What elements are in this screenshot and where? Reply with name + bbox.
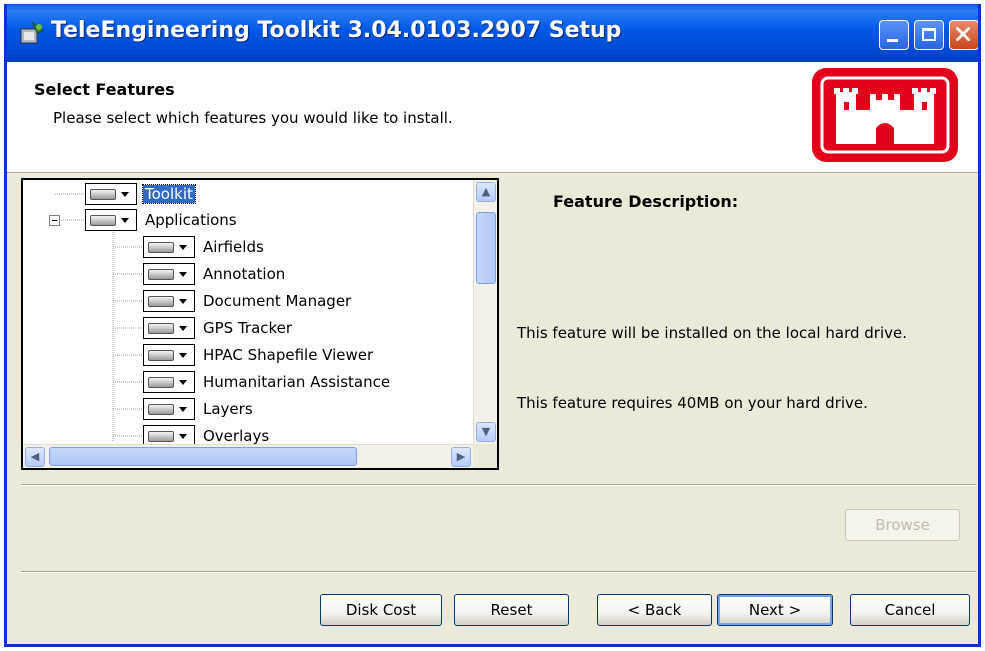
maximize-button[interactable] [914,20,944,50]
hard-drive-icon [148,377,174,388]
applications-expander[interactable] [49,215,60,226]
maximize-icon [922,28,936,41]
tree-item-label: Annotation [203,265,286,283]
scroll-left-button[interactable]: ◀ [25,447,45,467]
scroll-up-button[interactable]: ▲ [476,182,496,202]
chevron-down-icon [121,192,129,197]
chevron-down-icon [179,245,187,250]
next-button[interactable]: Next > [717,594,833,626]
minimize-icon [887,39,898,42]
horizontal-scrollbar[interactable]: ◀ ▶ [23,444,475,468]
feature-description-title: Feature Description: [553,192,739,211]
title-bar[interactable]: TeleEngineering Toolkit 3.04.0103.2907 S… [7,4,978,62]
setup-package-icon [20,21,45,44]
feature-tree[interactable]: Toolkit Applications Airfields Annotatio… [21,178,499,470]
install-state-dropdown[interactable] [143,398,195,420]
hard-drive-icon [148,350,174,361]
chevron-down-icon [179,353,187,358]
hard-drive-icon [148,296,174,307]
tree-item-airfields[interactable]: Airfields [143,234,266,260]
disk-cost-button[interactable]: Disk Cost [320,594,442,626]
scrollbar-corner [473,444,497,468]
vertical-scrollbar[interactable]: ▲ ▼ [473,180,497,444]
hard-drive-icon [148,323,174,334]
tree-item-label: Overlays [203,427,270,445]
chevron-down-icon: ▼ [481,425,491,438]
chevron-down-icon [179,380,187,385]
hard-drive-icon [148,242,174,253]
chevron-down-icon [179,272,187,277]
install-state-dropdown[interactable] [143,371,195,393]
chevron-down-icon [179,326,187,331]
chevron-down-icon [179,407,187,412]
install-state-dropdown[interactable] [143,263,195,285]
chevron-right-icon: ▶ [456,450,466,463]
minus-icon [52,220,57,221]
vertical-scroll-thumb[interactable] [476,212,496,284]
install-state-dropdown[interactable] [85,183,137,205]
chevron-left-icon: ◀ [30,450,40,463]
scroll-down-button[interactable]: ▼ [476,422,496,442]
install-state-dropdown[interactable] [143,344,195,366]
install-state-dropdown[interactable] [143,290,195,312]
window-title: TeleEngineering Toolkit 3.04.0103.2907 S… [51,18,622,43]
install-state-dropdown[interactable] [143,317,195,339]
separator [21,484,976,486]
scroll-right-button[interactable]: ▶ [451,447,471,467]
tree-item-toolkit[interactable]: Toolkit [85,181,196,207]
feature-size-text: This feature requires 40MB on your hard … [517,394,868,412]
tree-item-applications[interactable]: Applications [85,207,239,233]
install-state-dropdown[interactable] [85,209,137,231]
tree-item-gps-tracker[interactable]: GPS Tracker [143,315,294,341]
usace-castle-logo [810,66,960,164]
close-icon [956,27,971,42]
back-button[interactable]: < Back [597,594,712,626]
tree-item-layers[interactable]: Layers [143,396,255,422]
tree-item-label: Airfields [203,238,264,256]
horizontal-scroll-thumb[interactable] [49,447,357,466]
tree-item-humanitarian-assistance[interactable]: Humanitarian Assistance [143,369,392,395]
feature-install-location-text: This feature will be installed on the lo… [517,324,907,342]
wizard-header: Select Features Please select which feat… [7,62,978,173]
tree-item-label: Applications [145,211,237,229]
chevron-down-icon [179,299,187,304]
cancel-button[interactable]: Cancel [850,594,970,626]
chevron-down-icon [179,434,187,439]
hard-drive-icon [90,215,116,226]
hard-drive-icon [90,189,116,200]
tree-item-label: HPAC Shapefile Viewer [203,346,374,364]
hard-drive-icon [148,404,174,415]
separator [21,571,976,573]
chevron-down-icon [121,218,129,223]
hard-drive-icon [148,431,174,442]
chevron-up-icon: ▲ [481,185,491,198]
reset-button[interactable]: Reset [454,594,569,626]
install-state-dropdown[interactable] [143,236,195,258]
setup-window: TeleEngineering Toolkit 3.04.0103.2907 S… [4,4,981,647]
hard-drive-icon [148,269,174,280]
tree-item-label: Document Manager [203,292,352,310]
page-subtitle: Please select which features you would l… [53,109,453,127]
tree-item-label: Humanitarian Assistance [203,373,391,391]
tree-item-label: Toolkit [142,184,196,204]
tree-item-hpac-shapefile-viewer[interactable]: HPAC Shapefile Viewer [143,342,375,368]
tree-item-annotation[interactable]: Annotation [143,261,287,287]
tree-item-document-manager[interactable]: Document Manager [143,288,353,314]
tree-item-label: Layers [203,400,253,418]
browse-button[interactable]: Browse [845,509,960,541]
page-title: Select Features [34,80,175,99]
tree-item-label: GPS Tracker [203,319,293,337]
minimize-button[interactable] [879,20,909,50]
close-button[interactable] [949,20,978,50]
